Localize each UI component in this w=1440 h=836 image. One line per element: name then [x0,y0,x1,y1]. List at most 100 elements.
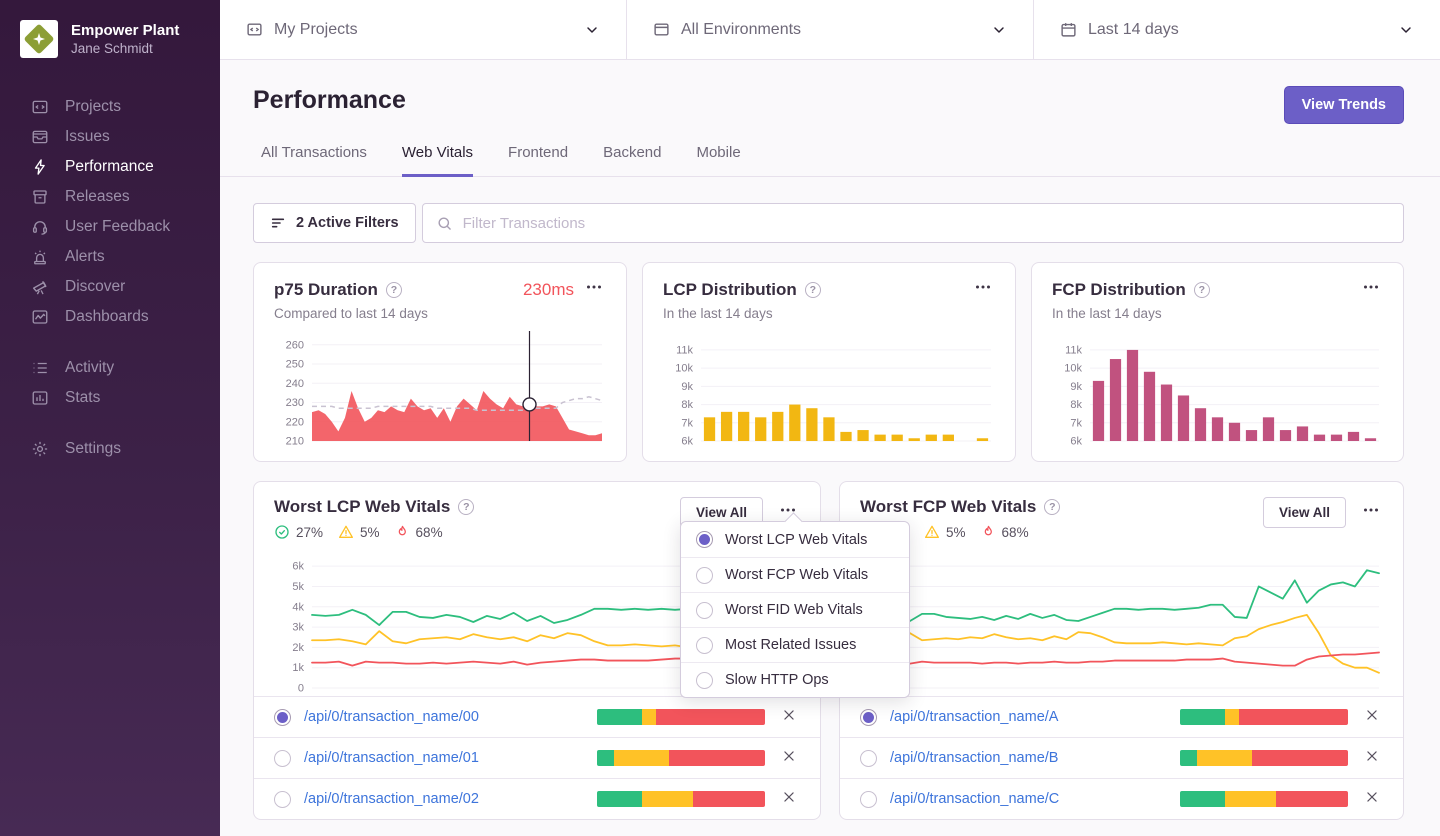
close-icon[interactable] [778,708,800,727]
svg-text:250: 250 [286,359,304,371]
help-icon[interactable]: ? [1194,282,1210,298]
help-icon[interactable]: ? [458,499,474,515]
fcp-distribution-chart: 11k10k9k8k7k6k [1052,329,1383,449]
tab-all-transactions[interactable]: All Transactions [261,144,367,177]
radio-button[interactable] [274,791,291,808]
transaction-link[interactable]: /api/0/transaction_name/01 [304,750,479,766]
svg-text:230: 230 [286,397,304,409]
svg-text:2k: 2k [292,642,304,654]
radio-button[interactable] [274,750,291,767]
help-icon[interactable]: ? [386,282,402,298]
help-icon[interactable]: ? [805,282,821,298]
tab-mobile[interactable]: Mobile [696,144,740,177]
chevron-down-icon [1398,22,1414,38]
menu-item-worst-fid[interactable]: Worst FID Web Vitals [681,592,909,627]
svg-text:10k: 10k [675,363,693,375]
sidebar: Empower Plant Jane Schmidt Projects Issu… [0,0,220,836]
date-range-picker[interactable]: Last 14 days [1034,0,1440,59]
close-icon[interactable] [1361,749,1383,768]
sidebar-item-issues[interactable]: Issues [0,122,220,152]
org-logo [20,20,58,58]
sidebar-nav: Projects Issues Performance Releases Use… [0,92,220,464]
menu-item-worst-lcp[interactable]: Worst LCP Web Vitals [681,522,909,557]
svg-text:8k: 8k [681,399,693,411]
activity-icon [31,359,49,377]
project-picker[interactable]: My Projects [220,0,627,59]
environment-picker[interactable]: All Environments [627,0,1034,59]
view-trends-button[interactable]: View Trends [1284,86,1404,124]
close-icon[interactable] [778,749,800,768]
poor-percent: 68% [1002,525,1029,540]
sidebar-item-performance[interactable]: Performance [0,152,220,182]
radio-button [696,602,713,619]
fcp-distribution-card: FCP Distribution ? In the last 14 days 1… [1031,262,1404,462]
vitals-bar [1180,791,1348,807]
releases-icon [31,188,49,206]
svg-text:6k: 6k [681,436,693,448]
svg-text:7k: 7k [681,417,693,429]
sidebar-item-user-feedback[interactable]: User Feedback [0,212,220,242]
svg-text:6k: 6k [292,561,304,573]
close-icon[interactable] [1361,790,1383,809]
transaction-link[interactable]: /api/0/transaction_name/02 [304,791,479,807]
menu-item-worst-fcp[interactable]: Worst FCP Web Vitals [681,557,909,592]
issues-icon [31,128,49,146]
card-subtitle: In the last 14 days [1052,306,1383,321]
card-title: Worst LCP Web Vitals [274,497,450,517]
menu-item-label: Worst FID Web Vitals [725,602,863,618]
org-name: Empower Plant [71,22,179,40]
view-all-button[interactable]: View All [1263,497,1346,528]
tab-frontend[interactable]: Frontend [508,144,568,177]
org-switcher[interactable]: Empower Plant Jane Schmidt [0,0,220,58]
sidebar-item-stats[interactable]: Stats [0,383,220,413]
ellipsis-menu-icon[interactable] [1359,501,1383,524]
sidebar-item-discover[interactable]: Discover [0,272,220,302]
sidebar-item-releases[interactable]: Releases [0,182,220,212]
warning-triangle-icon [338,524,354,540]
table-row: /api/0/transaction_name/C [840,778,1403,819]
radio-button[interactable] [860,791,877,808]
svg-text:11k: 11k [1065,344,1082,356]
transaction-link[interactable]: /api/0/transaction_name/C [890,791,1059,807]
chevron-down-icon [584,22,600,38]
svg-text:8k: 8k [1070,399,1082,411]
radio-button[interactable] [860,709,877,726]
sidebar-item-label: Discover [65,278,125,296]
menu-item-slow-http-ops[interactable]: Slow HTTP Ops [681,662,909,697]
warning-triangle-icon [924,524,940,540]
transaction-link[interactable]: /api/0/transaction_name/A [890,709,1058,725]
menu-item-most-related-issues[interactable]: Most Related Issues [681,627,909,662]
help-icon[interactable]: ? [1044,499,1060,515]
sidebar-item-alerts[interactable]: Alerts [0,242,220,272]
sidebar-item-projects[interactable]: Projects [0,92,220,122]
tab-web-vitals[interactable]: Web Vitals [402,144,473,177]
ellipsis-menu-icon[interactable] [582,278,606,301]
close-icon[interactable] [1361,708,1383,727]
p75-duration-card: p75 Duration ? 230ms Compared to last 14… [253,262,627,462]
sparkle-icon [31,31,47,47]
chevron-down-icon [991,22,1007,38]
sidebar-item-label: Projects [65,98,121,116]
transaction-link[interactable]: /api/0/transaction_name/00 [304,709,479,725]
topbar: My Projects All Environments Last 14 day… [220,0,1440,60]
card-title: Worst FCP Web Vitals [860,497,1036,517]
sidebar-item-settings[interactable]: Settings [0,434,220,464]
good-percent: 27% [296,525,323,540]
close-icon[interactable] [778,790,800,809]
sidebar-item-activity[interactable]: Activity [0,353,220,383]
tab-backend[interactable]: Backend [603,144,661,177]
table-row: /api/0/transaction_name/02 [254,778,820,819]
ellipsis-menu-icon[interactable] [971,278,995,301]
menu-item-label: Slow HTTP Ops [725,672,829,688]
svg-text:260: 260 [286,339,304,351]
menu-item-label: Worst LCP Web Vitals [725,532,867,548]
search-bar [422,203,1404,243]
ellipsis-menu-icon[interactable] [1359,278,1383,301]
radio-button[interactable] [860,750,877,767]
radio-button[interactable] [274,709,291,726]
environment-picker-icon [653,21,670,38]
active-filters-button[interactable]: 2 Active Filters [253,203,416,243]
sidebar-item-dashboards[interactable]: Dashboards [0,302,220,332]
search-input[interactable] [463,215,1390,232]
transaction-link[interactable]: /api/0/transaction_name/B [890,750,1058,766]
